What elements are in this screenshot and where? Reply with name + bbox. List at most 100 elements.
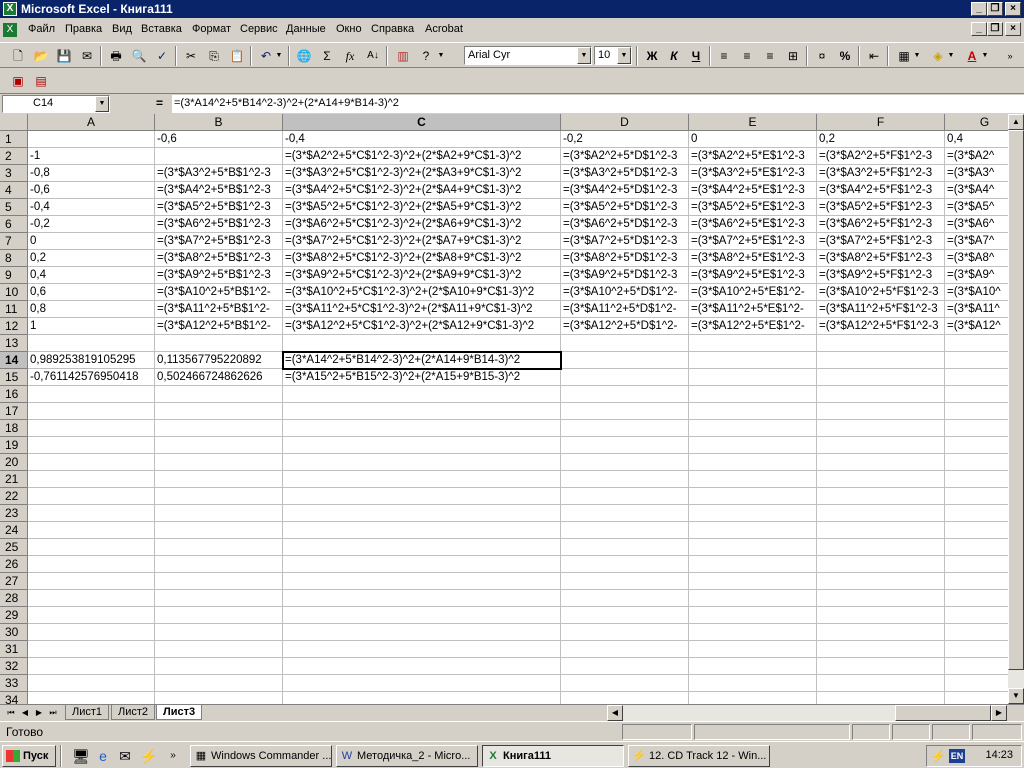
cell-c3[interactable]: =(3*$A3^2+5*C$1^2-3)^2+(2*$A3+9*C$1-3)^2	[283, 165, 561, 182]
row-header-4[interactable]: 4	[0, 182, 28, 199]
cell-c5[interactable]: =(3*$A5^2+5*C$1^2-3)^2+(2*$A5+9*C$1-3)^2	[283, 199, 561, 216]
chevron-down-icon[interactable]: ▼	[95, 96, 109, 112]
cell-c15[interactable]: =(3*A15^2+5*B15^2-3)^2+(2*A15+9*B15-3)^2	[283, 369, 561, 386]
cell-g9[interactable]: =(3*$A9^	[945, 267, 1008, 284]
font-name-combo[interactable]: Arial Cyr ▼	[464, 46, 592, 65]
cell-e11[interactable]: =(3*$A11^2+5*E$1^2-	[689, 301, 817, 318]
spelling-icon[interactable]: ✓	[152, 46, 172, 66]
cell-b26[interactable]	[155, 556, 283, 573]
cell-b34[interactable]	[155, 692, 283, 704]
cell-b11[interactable]: =(3*$A11^2+5*B$1^2-	[155, 301, 283, 318]
cell-d31[interactable]	[561, 641, 689, 658]
cell-d11[interactable]: =(3*$A11^2+5*D$1^2-	[561, 301, 689, 318]
cell-a24[interactable]	[28, 522, 155, 539]
menu-view[interactable]: Вид	[112, 23, 132, 35]
cell-d5[interactable]: =(3*$A5^2+5*D$1^2-3	[561, 199, 689, 216]
cell-c30[interactable]	[283, 624, 561, 641]
cell-g26[interactable]	[945, 556, 1008, 573]
excel-app-icon[interactable]: X	[3, 2, 17, 16]
language-indicator[interactable]: EN	[949, 749, 965, 763]
cell-e22[interactable]	[689, 488, 817, 505]
column-header-a[interactable]: A	[28, 114, 155, 131]
menu-format[interactable]: Формат	[192, 23, 231, 35]
row-header-28[interactable]: 28	[0, 590, 28, 607]
cell-d3[interactable]: =(3*$A3^2+5*D$1^2-3	[561, 165, 689, 182]
cell-e12[interactable]: =(3*$A12^2+5*E$1^2-	[689, 318, 817, 335]
cell-a33[interactable]	[28, 675, 155, 692]
cell-b1[interactable]: -0,6	[155, 131, 283, 148]
row-header-18[interactable]: 18	[0, 420, 28, 437]
cell-c32[interactable]	[283, 658, 561, 675]
column-header-d[interactable]: D	[561, 114, 689, 131]
cell-g10[interactable]: =(3*$A10^	[945, 284, 1008, 301]
align-right-icon[interactable]: ≡	[760, 46, 780, 66]
cell-f2[interactable]: =(3*$A2^2+5*F$1^2-3	[817, 148, 945, 165]
row-header-11[interactable]: 11	[0, 301, 28, 318]
cell-f22[interactable]	[817, 488, 945, 505]
chevron-down-icon[interactable]: ▼	[617, 47, 631, 64]
cell-g13[interactable]	[945, 335, 1008, 352]
cell-e1[interactable]: 0	[689, 131, 817, 148]
cell-f15[interactable]	[817, 369, 945, 386]
cell-g23[interactable]	[945, 505, 1008, 522]
doc-restore-icon[interactable]: ❐	[987, 22, 1003, 36]
cell-d29[interactable]	[561, 607, 689, 624]
font-size-combo[interactable]: 10 ▼	[594, 46, 632, 65]
cell-d20[interactable]	[561, 454, 689, 471]
cell-f12[interactable]: =(3*$A12^2+5*F$1^2-3	[817, 318, 945, 335]
cell-d4[interactable]: =(3*$A4^2+5*D$1^2-3	[561, 182, 689, 199]
show-desktop-icon[interactable]: 🖥	[72, 747, 90, 765]
cell-b7[interactable]: =(3*$A7^2+5*B$1^2-3	[155, 233, 283, 250]
sheet-tab-1[interactable]: Лист1	[65, 705, 110, 720]
cell-a27[interactable]	[28, 573, 155, 590]
cell-g34[interactable]	[945, 692, 1008, 704]
cell-d13[interactable]	[561, 335, 689, 352]
cell-e20[interactable]	[689, 454, 817, 471]
cell-g11[interactable]: =(3*$A11^	[945, 301, 1008, 318]
column-header-g[interactable]: G	[945, 114, 1008, 131]
cell-b29[interactable]	[155, 607, 283, 624]
cell-f21[interactable]	[817, 471, 945, 488]
cell-a25[interactable]	[28, 539, 155, 556]
cell-b32[interactable]	[155, 658, 283, 675]
task-word-document[interactable]: W Методичка_2 - Micro...	[336, 745, 478, 767]
menu-tools[interactable]: Сервис	[240, 23, 278, 35]
cell-e33[interactable]	[689, 675, 817, 692]
sort-ascending-icon[interactable]: A↓	[363, 46, 383, 66]
font-color-icon[interactable]: A	[962, 46, 982, 66]
start-button[interactable]: Пуск	[2, 745, 56, 767]
cell-g8[interactable]: =(3*$A8^	[945, 250, 1008, 267]
cell-e25[interactable]	[689, 539, 817, 556]
font-color-dropdown-icon[interactable]: ▼	[980, 46, 990, 66]
cell-b27[interactable]	[155, 573, 283, 590]
cell-g21[interactable]	[945, 471, 1008, 488]
row-header-24[interactable]: 24	[0, 522, 28, 539]
prev-sheet-icon[interactable]: ◀	[18, 706, 32, 720]
horizontal-scrollbar[interactable]: ◀ ▶	[607, 705, 1007, 721]
cell-c8[interactable]: =(3*$A8^2+5*C$1^2-3)^2+(2*$A8+9*C$1-3)^2	[283, 250, 561, 267]
cell-c13[interactable]	[283, 335, 561, 352]
cell-e24[interactable]	[689, 522, 817, 539]
cell-f13[interactable]	[817, 335, 945, 352]
cell-d6[interactable]: =(3*$A6^2+5*D$1^2-3	[561, 216, 689, 233]
cell-c23[interactable]	[283, 505, 561, 522]
cell-c27[interactable]	[283, 573, 561, 590]
cell-a22[interactable]	[28, 488, 155, 505]
cell-e6[interactable]: =(3*$A6^2+5*E$1^2-3	[689, 216, 817, 233]
cell-c31[interactable]	[283, 641, 561, 658]
cell-b22[interactable]	[155, 488, 283, 505]
cell-b6[interactable]: =(3*$A6^2+5*B$1^2-3	[155, 216, 283, 233]
fill-color-icon[interactable]: ◈	[928, 46, 948, 66]
cell-a32[interactable]	[28, 658, 155, 675]
first-sheet-icon[interactable]: ⏮	[4, 706, 18, 720]
cell-g28[interactable]	[945, 590, 1008, 607]
cell-b31[interactable]	[155, 641, 283, 658]
cell-c33[interactable]	[283, 675, 561, 692]
row-header-29[interactable]: 29	[0, 607, 28, 624]
row-header-17[interactable]: 17	[0, 403, 28, 420]
decrease-indent-icon[interactable]: ⇤	[864, 46, 884, 66]
cell-b23[interactable]	[155, 505, 283, 522]
cell-e8[interactable]: =(3*$A8^2+5*E$1^2-3	[689, 250, 817, 267]
row-header-10[interactable]: 10	[0, 284, 28, 301]
cell-d21[interactable]	[561, 471, 689, 488]
